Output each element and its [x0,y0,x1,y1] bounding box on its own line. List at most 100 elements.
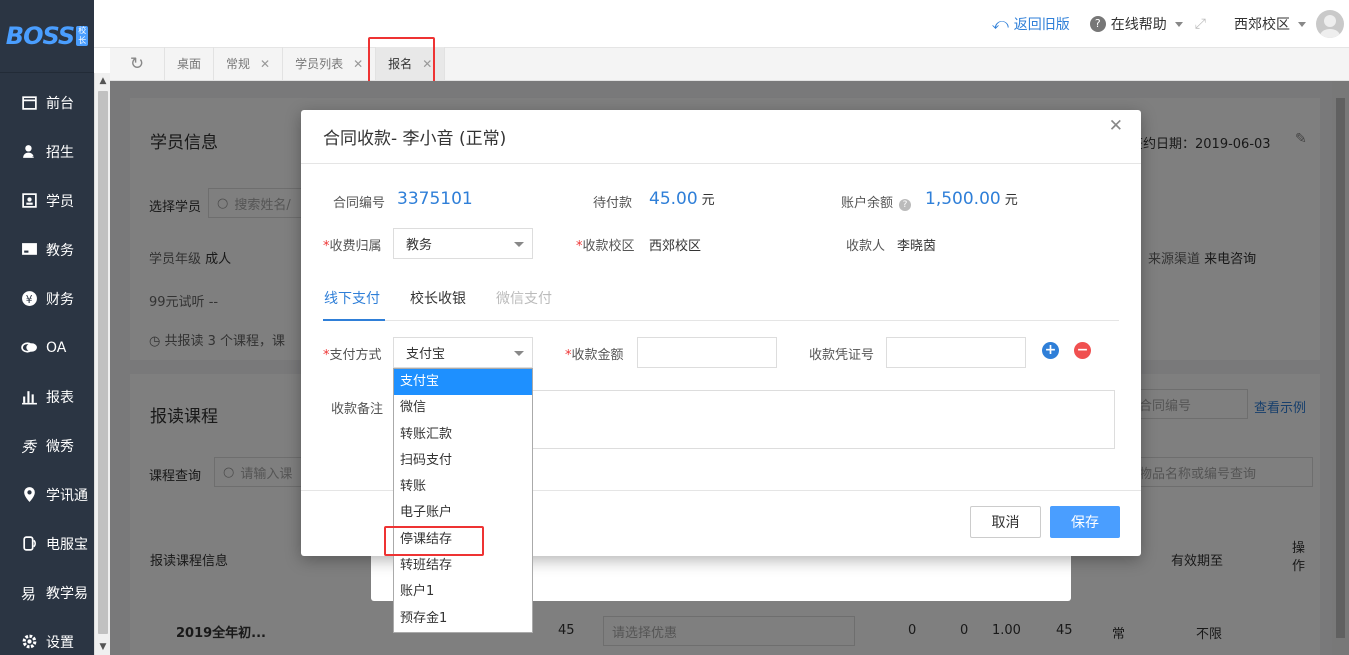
tab-student-list[interactable]: 学员列表 ✕ [283,47,377,80]
highlight-box-tab [368,37,435,86]
avatar[interactable] [1316,10,1344,38]
dropdown-option[interactable]: 支付宝 [394,369,532,396]
tab-label: 常规 [226,57,251,71]
svg-text:秀: 秀 [21,438,38,454]
pay-method-label: *支付方式 [323,348,382,363]
dropdown-option[interactable]: 预存金1 [394,606,532,632]
dropdown-option[interactable]: 转账 [394,474,532,500]
pay-method-value: 支付宝 [406,347,446,362]
question-circle-icon: ? [1089,16,1106,32]
close-icon[interactable]: ✕ [353,57,363,71]
campus-label-text: 收款校区 [582,239,635,254]
logo-badge: 校长 [76,26,89,46]
pending-value: 45.00 [649,189,698,209]
sidebar-item[interactable]: 秀微秀 [0,421,94,470]
sidebar-item[interactable]: 学讯通 [0,470,94,519]
fullscreen-icon[interactable]: ⤢ [1195,16,1206,32]
add-user-icon: + [20,143,38,161]
add-row-icon[interactable]: + [1042,342,1059,359]
svg-text:¥: ¥ [25,293,32,306]
sidebar-item[interactable]: 学员 [0,176,94,225]
sidebar-item-label: 微秀 [46,438,74,455]
chat-icon [20,339,38,357]
tab-divider [323,320,1119,321]
sidebar-item[interactable]: 报表 [0,372,94,421]
dropdown-option[interactable]: 扫码支付 [394,448,532,474]
voucher-label: 收款凭证号 [809,348,875,363]
back-to-old-version-link[interactable]: ⤺ 返回旧版 [992,14,1070,34]
tab-general[interactable]: 常规 ✕ [214,47,284,80]
sidebar-item[interactable]: 设置 [0,617,94,655]
voucher-input[interactable] [886,337,1026,368]
chevron-down-icon [514,242,524,247]
teaching-icon: 易 [20,584,38,602]
bar-chart-icon [20,388,38,406]
sidebar-item-label: 招生 [46,144,74,161]
tab-desktop[interactable]: 桌面 [165,47,215,80]
fee-owner-label: *收费归属 [323,239,382,254]
amount-input[interactable] [637,337,777,368]
cancel-button[interactable]: 取消 [970,506,1041,538]
pay-method-select[interactable]: 支付宝 [393,337,533,368]
active-tab-indicator [323,319,385,321]
contract-no-value: 3375101 [397,189,473,209]
dropdown-option[interactable]: 转班结存 [394,553,532,579]
fee-owner-select[interactable]: 教务 [393,228,533,259]
sidebar-item[interactable]: 教务 [0,225,94,274]
amount-label: *收款金额 [565,348,624,363]
dropdown-option[interactable]: 账户1 [394,579,532,605]
sidebar-item[interactable]: + 招生 [0,127,94,176]
sidebar-item[interactable]: 易教学易 [0,568,94,617]
dropdown-option[interactable]: 转账汇款 [394,422,532,448]
scroll-up-arrow-icon[interactable]: ▲ [95,73,111,89]
sidebar-item-label: 教务 [46,242,74,259]
sidebar-item[interactable]: ¥ 财务 [0,274,94,323]
modal-title: 合同收款- 李小音 (正常) [301,110,1141,164]
pending-amount: 45.00 元 [649,189,715,209]
show-icon: 秀 [20,437,38,455]
highlight-box-option [384,526,484,556]
scroll-down-arrow-icon[interactable]: ▼ [95,639,111,655]
sidebar-scrollbar[interactable]: ▲ ▼ [94,73,110,655]
question-circle-icon[interactable]: ? [899,199,912,211]
tab-label: 桌面 [177,57,202,71]
sidebar-item-label: 学员 [46,193,74,210]
student-card-icon [20,192,38,210]
dropdown-option[interactable]: 微信 [394,395,532,421]
svg-text:易: 易 [21,585,36,601]
yen-coin-icon: ¥ [20,290,38,308]
scrollbar-thumb[interactable] [98,91,108,634]
tab-wechat-pay[interactable]: 微信支付 [496,288,552,308]
contract-no-label: 合同编号 [333,196,386,211]
sidebar-item-label: 学讯通 [46,487,88,504]
back-label: 返回旧版 [1013,17,1070,33]
close-icon[interactable]: ✕ [260,57,270,71]
campus-value: 西郊校区 [649,239,702,254]
balance-amount: 1,500.00 元 [925,189,1018,209]
tab-bar: ↻ 桌面 常规 ✕ 学员列表 ✕ 报名 ✕ [110,47,1349,81]
chevron-down-icon [514,351,524,356]
dropdown-option[interactable]: 电子账户 [394,500,532,526]
logo[interactable]: BOSS 校长 [0,0,94,73]
location-pin-icon [20,486,38,504]
sidebar-item[interactable]: 前台 [0,78,94,127]
undo-arrow-icon: ⤺ [991,14,1009,33]
remove-row-icon[interactable]: − [1074,342,1091,359]
pending-unit: 元 [701,193,715,208]
help-label: 在线帮助 [1110,17,1167,33]
sidebar-item-label: OA [46,339,67,356]
tab-principal-cashier[interactable]: 校长收银 [410,288,466,308]
sidebar-item-label: 教学易 [46,585,88,602]
logo-text: BOSS [5,22,75,50]
sidebar-item[interactable]: 电服宝 [0,519,94,568]
save-button[interactable]: 保存 [1050,506,1120,538]
refresh-icon[interactable]: ↻ [110,47,165,80]
payee-label: 收款人 [846,239,886,254]
campus-switcher[interactable]: 西郊校区 [1234,14,1306,34]
amount-label-text: 收款金额 [571,348,624,363]
online-help-menu[interactable]: ? 在线帮助 [1089,14,1183,34]
sidebar-item[interactable]: OA [0,323,94,372]
remark-label: 收款备注 [331,402,384,417]
tab-offline-pay[interactable]: 线下支付 [324,288,380,308]
close-icon[interactable]: ✕ [1109,116,1123,136]
